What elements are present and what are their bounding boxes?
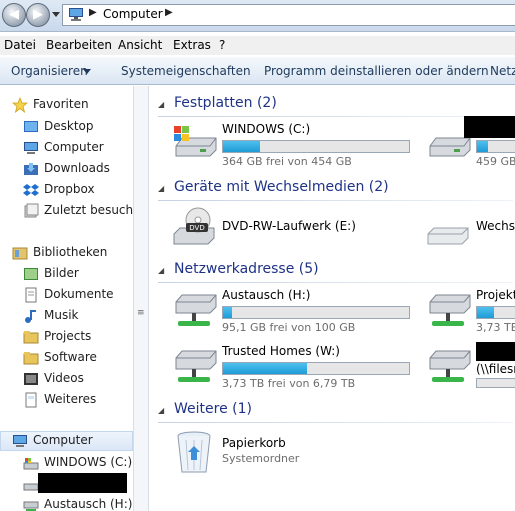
chevron-right-icon[interactable]: ▶ [165, 7, 173, 18]
capacity-fill [477, 307, 495, 318]
group-divider [158, 282, 513, 283]
group-removable-media[interactable]: ◢ Geräte mit Wechselmedien (2) [158, 178, 515, 201]
back-button[interactable]: ◀ [2, 3, 26, 27]
menu-bar: Datei Bearbeiten Ansicht Extras ? [0, 36, 515, 55]
redacted-label [476, 342, 515, 361]
capacity-bar [476, 140, 515, 153]
group-divider [158, 116, 513, 117]
computer-icon [13, 435, 27, 447]
downloads-folder-icon [24, 163, 38, 175]
videos-library-icon [24, 373, 38, 385]
star-icon [12, 97, 28, 113]
network-drive-austausch-h[interactable]: Austausch (H:) 95,1 GB frei von 100 GB [172, 286, 414, 334]
windows-drive-icon [23, 458, 39, 470]
network-button[interactable]: Netz [490, 64, 515, 78]
network-drive-projekt[interactable]: Projekt 3,73 TB [426, 286, 515, 334]
capacity-fill [223, 141, 261, 152]
menu-help[interactable]: ? [219, 38, 225, 52]
collapse-icon[interactable]: ◢ [158, 184, 164, 193]
dropbox-icon [23, 184, 39, 196]
system-properties-button[interactable]: Systemeigenschaften [121, 64, 251, 78]
recent-pages-dropdown[interactable] [52, 12, 60, 17]
group-title: Netzwerkadresse (5) [174, 261, 319, 277]
network-drive-icon [175, 350, 217, 382]
recent-places-icon [24, 203, 39, 218]
group-title: Geräte mit Wechselmedien (2) [174, 179, 389, 195]
network-drive-icon [175, 294, 217, 326]
group-title: Weitere (1) [174, 401, 252, 417]
address-bar[interactable]: ▶ Computer ▶ [62, 4, 515, 26]
svg-text:DVD: DVD [189, 224, 204, 232]
collapse-icon[interactable]: ◢ [158, 406, 164, 415]
capacity-fill [477, 141, 489, 152]
chevron-right-icon[interactable]: ▶ [89, 7, 97, 18]
capacity-bar [476, 378, 515, 388]
drive-windows-c[interactable]: WINDOWS (C:) 364 GB frei von 454 GB [172, 120, 414, 168]
menu-bearbeiten[interactable]: Bearbeiten [46, 38, 112, 52]
group-network-locations[interactable]: ◢ Netzwerkadresse (5) [158, 260, 515, 283]
forward-button[interactable]: ▶ [26, 3, 50, 27]
collapse-icon[interactable]: ◢ [158, 266, 164, 275]
breadcrumb-computer[interactable]: Computer [103, 7, 163, 21]
projects-library-icon [23, 331, 39, 344]
group-divider [158, 422, 513, 423]
music-library-icon [25, 310, 36, 323]
other-library-icon [25, 392, 37, 408]
capacity-bar [222, 306, 410, 319]
address-toolbar: ◀ ▶ ▶ Computer ▶ [0, 0, 515, 32]
network-drive-icon [429, 350, 471, 382]
command-bar: Organisieren Systemeigenschaften Program… [0, 56, 515, 85]
capacity-fill [223, 363, 307, 374]
removable-drive[interactable]: Wechse [426, 204, 515, 252]
menu-ansicht[interactable]: Ansicht [118, 38, 162, 52]
recycle-bin[interactable]: Papierkorb Systemordner [172, 428, 414, 476]
software-library-icon [23, 352, 39, 365]
libraries-icon [12, 247, 28, 260]
documents-library-icon [25, 287, 37, 303]
uninstall-program-button[interactable]: Programm deinstallieren oder ändern [264, 64, 489, 78]
redacted-label [38, 473, 127, 493]
capacity-bar [476, 306, 515, 319]
recycle-bin-icon [177, 431, 211, 473]
desktop-icon [24, 121, 38, 132]
capacity-fill [223, 307, 233, 318]
dvd-drive-icon: DVD [173, 207, 215, 245]
drive-icon [23, 483, 39, 491]
group-divider [158, 200, 513, 201]
network-drive-icon [23, 501, 39, 511]
network-drive-trusted-homes-w[interactable]: Trusted Homes (W:) 3,73 TB frei von 6,79… [172, 342, 414, 390]
pictures-library-icon [24, 268, 38, 280]
network-drive-icon [429, 294, 471, 326]
splitter-grip-icon[interactable]: ≡ [137, 308, 145, 318]
removable-drive-icon [427, 227, 469, 245]
computer-icon [69, 8, 83, 21]
content-pane: ◢ Festplatten (2) WINDOWS (C:) 364 GB fr… [150, 86, 515, 511]
menu-datei[interactable]: Datei [4, 38, 36, 52]
capacity-bar [222, 362, 410, 375]
collapse-icon[interactable]: ◢ [158, 100, 164, 109]
organize-button[interactable]: Organisieren [11, 64, 88, 78]
windows-drive-icon [174, 126, 217, 157]
pane-splitter[interactable]: ≡ [133, 86, 149, 511]
computer-icon [24, 142, 38, 154]
navigation-pane: Favoriten Desktop Computer Downloads Dro… [0, 86, 138, 511]
menu-extras[interactable]: Extras [173, 38, 211, 52]
capacity-bar [222, 140, 410, 153]
group-hard-disks[interactable]: ◢ Festplatten (2) [158, 94, 515, 117]
group-title: Festplatten (2) [174, 95, 277, 111]
chevron-down-icon[interactable] [83, 69, 91, 74]
group-other[interactable]: ◢ Weitere (1) [158, 400, 515, 423]
drive-dvd-rw-e[interactable]: DVD DVD-RW-Laufwerk (E:) [172, 204, 414, 252]
redacted-label [464, 116, 515, 138]
